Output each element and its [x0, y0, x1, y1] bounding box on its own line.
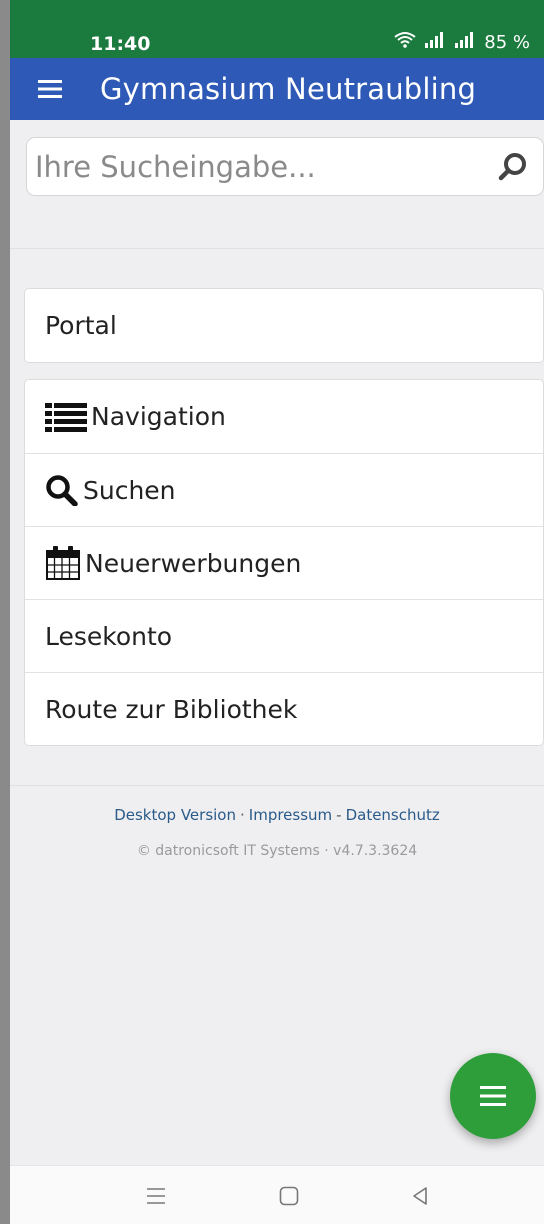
search-button[interactable] — [483, 138, 543, 196]
copyright-text: © datronicsoft IT Systems · v4.7.3.3624 — [136, 843, 418, 859]
menu-item-suchen[interactable]: Suchen — [25, 453, 543, 526]
menu-card: Navigation Suchen Neuerwerbungen Lesekon… — [24, 379, 544, 746]
divider — [10, 248, 544, 249]
recent-apps-icon — [147, 1188, 165, 1204]
menu-item-lesekonto[interactable]: Lesekonto — [25, 599, 543, 672]
app-title: Gymnasium Neutraubling — [100, 72, 477, 106]
search-input[interactable] — [27, 149, 483, 184]
system-nav-bar — [10, 1165, 544, 1224]
list-icon — [45, 402, 87, 432]
status-indicators: 85 % — [394, 31, 530, 54]
portal-item[interactable]: Portal — [25, 289, 543, 362]
footer-links: Desktop Version · Impressum - Datenschutz — [10, 806, 544, 824]
search-box — [26, 137, 544, 196]
footer-divider — [10, 785, 544, 786]
desktop-version-link[interactable]: Desktop Version — [114, 806, 236, 824]
hamburger-icon — [38, 80, 62, 98]
battery-level: 85 % — [484, 32, 530, 53]
wifi-icon — [394, 31, 416, 54]
menu-item-label: Lesekonto — [45, 621, 173, 651]
hamburger-icon — [480, 1086, 506, 1106]
app-screen: 11:40 85 % Gymnasium Neutraubling Ihre S… — [10, 0, 544, 1224]
signal-icon-2 — [454, 32, 476, 53]
home-icon — [279, 1186, 299, 1206]
back-icon — [413, 1187, 427, 1205]
status-bar: 11:40 85 % — [10, 0, 544, 58]
menu-item-label: Neuerwerbungen — [85, 548, 302, 578]
signal-icon — [424, 32, 446, 53]
hamburger-menu-button[interactable] — [22, 58, 78, 120]
portal-card: Portal — [24, 288, 544, 363]
menu-item-label: Suchen — [83, 475, 176, 505]
back-button[interactable] — [400, 1180, 440, 1212]
search-icon — [498, 152, 526, 180]
menu-item-route[interactable]: Route zur Bibliothek — [25, 672, 543, 745]
home-button[interactable] — [269, 1180, 309, 1212]
device-frame-edge — [0, 0, 10, 1224]
app-bar: Gymnasium Neutraubling — [10, 58, 544, 120]
datenschutz-link[interactable]: Datenschutz — [346, 806, 440, 824]
menu-item-navigation[interactable]: Navigation — [25, 380, 543, 453]
search-icon — [45, 474, 79, 506]
calendar-icon — [45, 545, 81, 581]
menu-item-label: Route zur Bibliothek — [45, 694, 298, 724]
footer-separator: · — [240, 806, 245, 824]
menu-item-label: Navigation — [91, 402, 226, 431]
impressum-link[interactable]: Impressum — [249, 806, 332, 824]
portal-label: Portal — [45, 311, 117, 340]
floating-menu-button[interactable] — [450, 1053, 536, 1139]
menu-item-neuerwerbungen[interactable]: Neuerwerbungen — [25, 526, 543, 599]
recent-apps-button[interactable] — [136, 1180, 176, 1212]
status-time: 11:40 — [90, 33, 151, 55]
footer-separator: - — [336, 806, 342, 824]
